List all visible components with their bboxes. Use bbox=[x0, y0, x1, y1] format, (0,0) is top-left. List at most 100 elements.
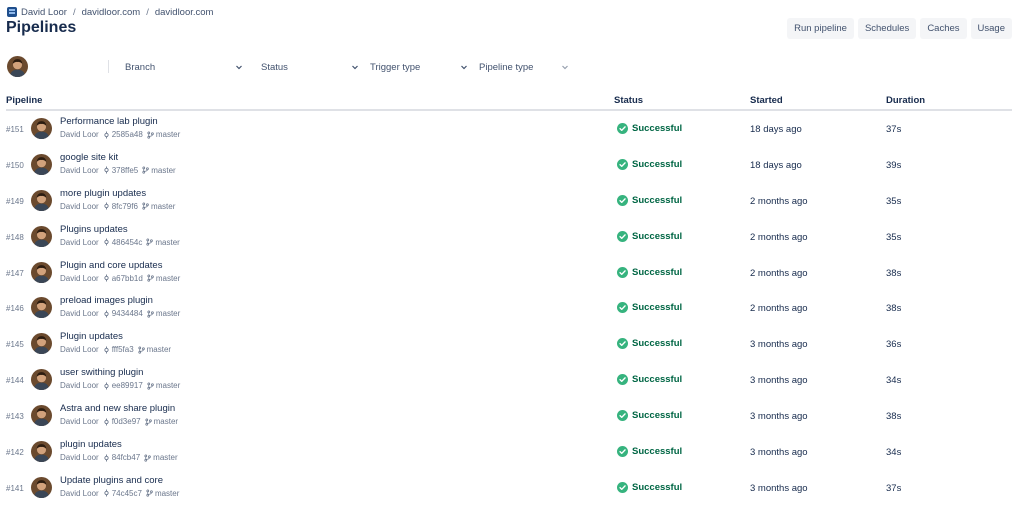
pipeline-row[interactable]: #145 Plugin updates David Loor fff5fa3 m… bbox=[0, 325, 1024, 361]
author-avatar bbox=[31, 190, 52, 211]
started-time: 3 months ago bbox=[750, 447, 808, 459]
commit-hash[interactable]: 8fc79f6 bbox=[112, 202, 138, 211]
author-avatar bbox=[31, 405, 52, 426]
pipeline-row[interactable]: #147 Plugin and core updates David Loor … bbox=[0, 254, 1024, 290]
pipeline-title[interactable]: preload images plugin bbox=[60, 295, 153, 306]
started-time: 18 days ago bbox=[750, 159, 802, 171]
breadcrumb-repository[interactable]: davidloor.com bbox=[155, 7, 214, 18]
pipeline-row[interactable]: #143 Astra and new share plugin David Lo… bbox=[0, 397, 1024, 433]
branch-name[interactable]: master bbox=[154, 417, 178, 426]
pipeline-number: #142 bbox=[6, 448, 24, 458]
branch-name[interactable]: master bbox=[156, 274, 180, 283]
pipeline-title[interactable]: plugin updates bbox=[60, 439, 122, 450]
pipeline-title[interactable]: Astra and new share plugin bbox=[60, 403, 175, 414]
trigger-type-filter[interactable]: Trigger type bbox=[370, 59, 468, 75]
branch-name[interactable]: master bbox=[151, 166, 175, 175]
pipeline-number: #143 bbox=[6, 412, 24, 422]
started-time: 2 months ago bbox=[750, 231, 808, 243]
schedules-button[interactable]: Schedules bbox=[857, 18, 917, 39]
run-pipeline-button[interactable]: Run pipeline bbox=[787, 18, 854, 39]
author-avatar bbox=[31, 226, 52, 247]
pipeline-title[interactable]: Plugin and core updates bbox=[60, 260, 162, 271]
commit-hash[interactable]: ee89917 bbox=[112, 381, 143, 390]
author-name: David Loor bbox=[60, 453, 99, 463]
check-circle-icon bbox=[617, 338, 628, 349]
pipeline-title[interactable]: google site kit bbox=[60, 152, 118, 163]
branch-name[interactable]: master bbox=[153, 453, 177, 462]
pipeline-title[interactable]: user swithing plugin bbox=[60, 367, 143, 378]
branch-name[interactable]: master bbox=[155, 238, 179, 247]
pipeline-meta: David Loor fff5fa3 master bbox=[60, 345, 171, 354]
commit-hash[interactable]: a67bb1d bbox=[112, 274, 143, 283]
user-filter-avatar[interactable] bbox=[7, 56, 28, 77]
status-badge: Successful bbox=[617, 446, 682, 458]
commit-icon bbox=[103, 310, 110, 318]
commit-icon bbox=[103, 274, 110, 282]
page-actions: Run pipeline Schedules Caches Usage bbox=[787, 18, 1012, 39]
pipeline-row[interactable]: #149 more plugin updates David Loor 8fc7… bbox=[0, 182, 1024, 218]
pipeline-number: #151 bbox=[6, 125, 24, 134]
status-badge: Successful bbox=[617, 230, 682, 242]
branch-filter[interactable]: Branch bbox=[125, 59, 243, 75]
pipeline-meta: David Loor 9434484 master bbox=[60, 309, 180, 318]
pipeline-number: #145 bbox=[6, 340, 24, 350]
pipeline-type-filter[interactable]: Pipeline type bbox=[479, 59, 569, 75]
branch-name[interactable]: master bbox=[156, 130, 180, 139]
commit-hash[interactable]: fff5fa3 bbox=[112, 345, 134, 354]
author-name: David Loor bbox=[60, 345, 99, 355]
author-name: David Loor bbox=[60, 237, 99, 247]
commit-hash[interactable]: 2585a48 bbox=[112, 130, 143, 139]
branch-filter-label: Branch bbox=[125, 61, 156, 73]
duration-value: 38s bbox=[886, 303, 902, 315]
chevron-down-icon bbox=[562, 65, 568, 70]
pipeline-row[interactable]: #141 Update plugins and core David Loor … bbox=[0, 469, 1024, 505]
pipeline-row[interactable]: #144 user swithing plugin David Loor ee8… bbox=[0, 361, 1024, 397]
duration-value: 37s bbox=[886, 124, 902, 135]
status-badge: Successful bbox=[617, 481, 682, 493]
branch-icon bbox=[146, 238, 153, 246]
branch-name[interactable]: master bbox=[155, 489, 179, 498]
pipeline-title[interactable]: Update plugins and core bbox=[60, 475, 163, 486]
status-badge: Successful bbox=[617, 194, 682, 206]
table-header: Pipeline Status Started Duration bbox=[6, 93, 1012, 111]
pipeline-row[interactable]: #151 Performance lab plugin David Loor 2… bbox=[0, 110, 1024, 146]
commit-hash[interactable]: 486454c bbox=[112, 238, 143, 247]
status-filter[interactable]: Status bbox=[261, 59, 359, 75]
column-header-status: Status bbox=[614, 95, 644, 106]
commit-icon bbox=[103, 489, 110, 497]
commit-hash[interactable]: 378ffe5 bbox=[112, 166, 139, 175]
pipeline-type-filter-label: Pipeline type bbox=[479, 61, 534, 73]
duration-value: 34s bbox=[886, 447, 902, 459]
pipeline-number: #148 bbox=[6, 232, 24, 242]
branch-name[interactable]: master bbox=[147, 345, 171, 354]
author-avatar bbox=[31, 154, 52, 175]
commit-hash[interactable]: 9434484 bbox=[112, 309, 143, 318]
status-filter-label: Status bbox=[261, 61, 288, 73]
pipeline-row[interactable]: #150 google site kit David Loor 378ffe5 … bbox=[0, 146, 1024, 182]
author-name: David Loor bbox=[60, 417, 99, 427]
caches-button[interactable]: Caches bbox=[920, 18, 967, 39]
commit-hash[interactable]: f0d3e97 bbox=[112, 417, 141, 426]
branch-name[interactable]: master bbox=[156, 381, 180, 390]
commit-hash[interactable]: 74c45c7 bbox=[112, 489, 142, 498]
chevron-down-icon bbox=[236, 65, 242, 70]
pipeline-row[interactable]: #146 preload images plugin David Loor 94… bbox=[0, 289, 1024, 325]
status-badge: Successful bbox=[617, 338, 683, 350]
usage-button[interactable]: Usage bbox=[970, 18, 1012, 39]
breadcrumb-workspace[interactable]: David Loor bbox=[21, 7, 67, 18]
pipeline-number: #146 bbox=[6, 304, 24, 314]
pipeline-row[interactable]: #142 plugin updates David Loor 84fcb47 m… bbox=[0, 433, 1024, 469]
status-badge: Successful bbox=[617, 410, 682, 422]
duration-value: 35s bbox=[886, 231, 902, 243]
pipeline-title[interactable]: more plugin updates bbox=[60, 188, 146, 199]
branch-name[interactable]: master bbox=[156, 309, 180, 318]
branch-name[interactable]: master bbox=[151, 202, 175, 211]
status-text: Successful bbox=[632, 338, 683, 350]
commit-hash[interactable]: 84fcb47 bbox=[112, 453, 140, 462]
pipeline-row[interactable]: #148 Plugins updates David Loor 486454c … bbox=[0, 218, 1024, 254]
breadcrumb-project[interactable]: davidloor.com bbox=[82, 7, 141, 18]
pipeline-title[interactable]: Plugins updates bbox=[60, 224, 128, 235]
started-time: 2 months ago bbox=[750, 303, 808, 315]
pipeline-title[interactable]: Plugin updates bbox=[60, 331, 123, 342]
pipeline-title[interactable]: Performance lab plugin bbox=[60, 116, 158, 127]
